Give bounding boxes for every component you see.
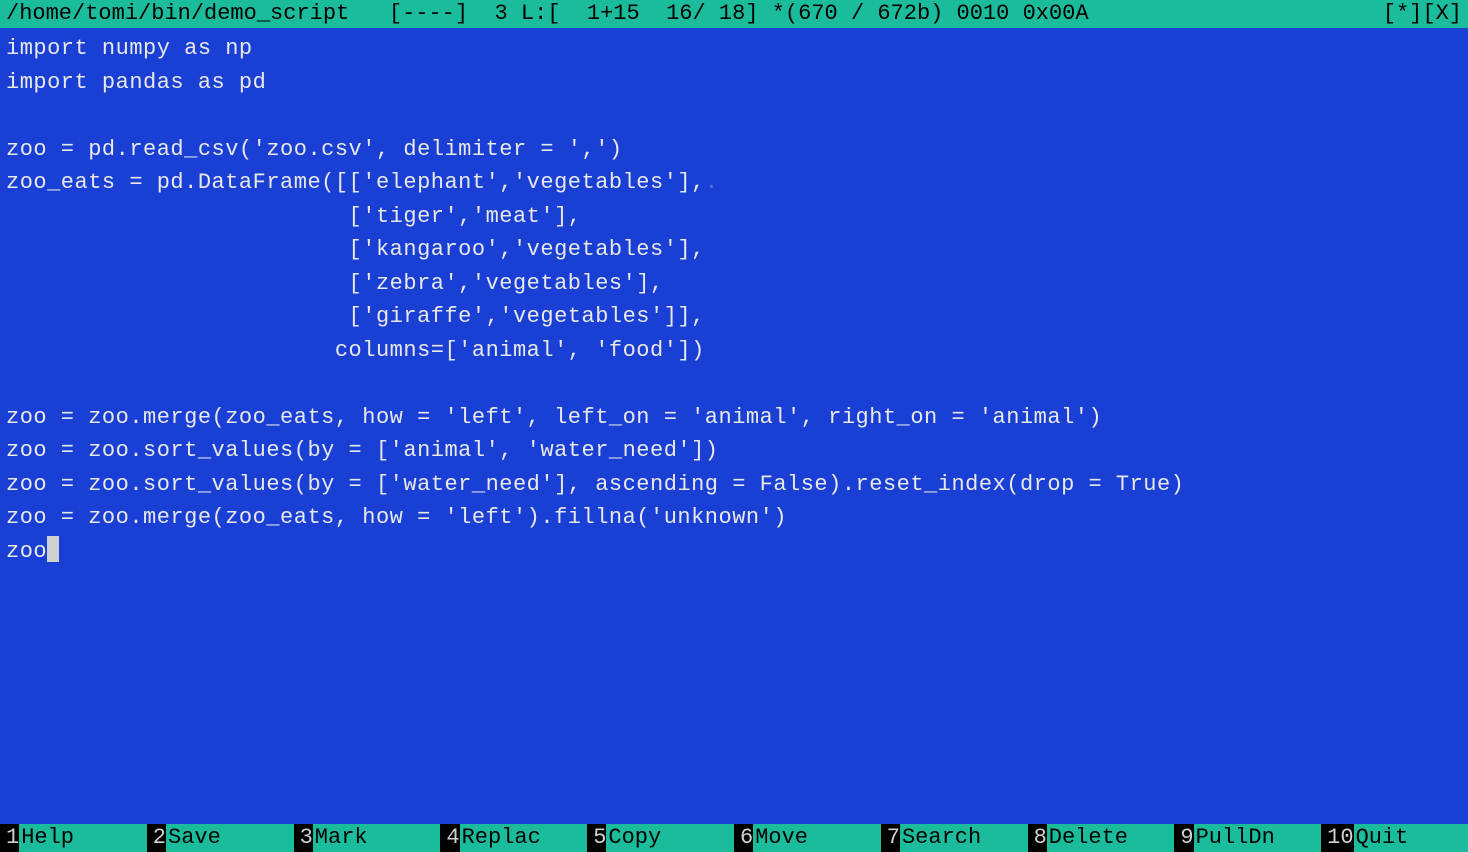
fkey-label: Search bbox=[900, 824, 1028, 852]
code-line[interactable]: ['kangaroo','vegetables'], bbox=[6, 233, 1462, 267]
fkey-label: PullDn bbox=[1194, 824, 1322, 852]
code-line[interactable]: ['tiger','meat'], bbox=[6, 200, 1462, 234]
code-line[interactable]: ['giraffe','vegetables']], bbox=[6, 300, 1462, 334]
code-line[interactable] bbox=[6, 367, 1462, 401]
fkey-replac[interactable]: 4Replac bbox=[440, 824, 587, 852]
code-line[interactable] bbox=[6, 99, 1462, 133]
fkey-number: 2 bbox=[147, 824, 166, 852]
fkey-number: 7 bbox=[881, 824, 900, 852]
fkey-number: 8 bbox=[1028, 824, 1047, 852]
titlebar-path-status: /home/tomi/bin/demo_script [----] 3 L:[ … bbox=[6, 0, 1089, 28]
fkey-number: 6 bbox=[734, 824, 753, 852]
fkey-label: Help bbox=[19, 824, 147, 852]
fkey-number: 10 bbox=[1321, 824, 1353, 852]
fkey-mark[interactable]: 3Mark bbox=[294, 824, 441, 852]
code-line[interactable]: zoo = zoo.sort_values(by = ['animal', 'w… bbox=[6, 434, 1462, 468]
fkey-label: Save bbox=[166, 824, 294, 852]
code-line[interactable]: zoo = pd.read_csv('zoo.csv', delimiter =… bbox=[6, 133, 1462, 167]
function-key-bar: 1Help2Save3Mark4Replac5Copy6Move7Search8… bbox=[0, 824, 1468, 852]
fkey-label: Replac bbox=[460, 824, 588, 852]
fkey-number: 1 bbox=[0, 824, 19, 852]
titlebar-controls[interactable]: [*][X] bbox=[1383, 0, 1462, 28]
code-line[interactable]: zoo = zoo.merge(zoo_eats, how = 'left').… bbox=[6, 501, 1462, 535]
code-line[interactable]: columns=['animal', 'food']) bbox=[6, 334, 1462, 368]
fkey-label: Delete bbox=[1047, 824, 1175, 852]
editor-area[interactable]: import numpy as npimport pandas as pd zo… bbox=[0, 28, 1468, 824]
code-line[interactable]: zoo = zoo.merge(zoo_eats, how = 'left', … bbox=[6, 401, 1462, 435]
text-cursor bbox=[47, 536, 59, 562]
fkey-copy[interactable]: 5Copy bbox=[587, 824, 734, 852]
fkey-label: Mark bbox=[313, 824, 441, 852]
fkey-delete[interactable]: 8Delete bbox=[1028, 824, 1175, 852]
fkey-label: Move bbox=[753, 824, 881, 852]
code-line[interactable]: zoo bbox=[6, 535, 1462, 569]
code-line[interactable]: ['zebra','vegetables'], bbox=[6, 267, 1462, 301]
code-line[interactable]: zoo = zoo.sort_values(by = ['water_need'… bbox=[6, 468, 1462, 502]
fkey-number: 4 bbox=[440, 824, 459, 852]
fkey-quit[interactable]: 10Quit bbox=[1321, 824, 1468, 852]
fkey-move[interactable]: 6Move bbox=[734, 824, 881, 852]
line-end-marker: . bbox=[705, 170, 719, 195]
fkey-pulldn[interactable]: 9PullDn bbox=[1174, 824, 1321, 852]
code-line[interactable]: zoo_eats = pd.DataFrame([['elephant','ve… bbox=[6, 166, 1462, 200]
code-line[interactable]: import pandas as pd bbox=[6, 66, 1462, 100]
fkey-save[interactable]: 2Save bbox=[147, 824, 294, 852]
fkey-label: Copy bbox=[606, 824, 734, 852]
code-line[interactable]: import numpy as np bbox=[6, 32, 1462, 66]
fkey-number: 3 bbox=[294, 824, 313, 852]
fkey-label: Quit bbox=[1354, 824, 1468, 852]
fkey-search[interactable]: 7Search bbox=[881, 824, 1028, 852]
titlebar: /home/tomi/bin/demo_script [----] 3 L:[ … bbox=[0, 0, 1468, 28]
fkey-help[interactable]: 1Help bbox=[0, 824, 147, 852]
fkey-number: 5 bbox=[587, 824, 606, 852]
fkey-number: 9 bbox=[1174, 824, 1193, 852]
